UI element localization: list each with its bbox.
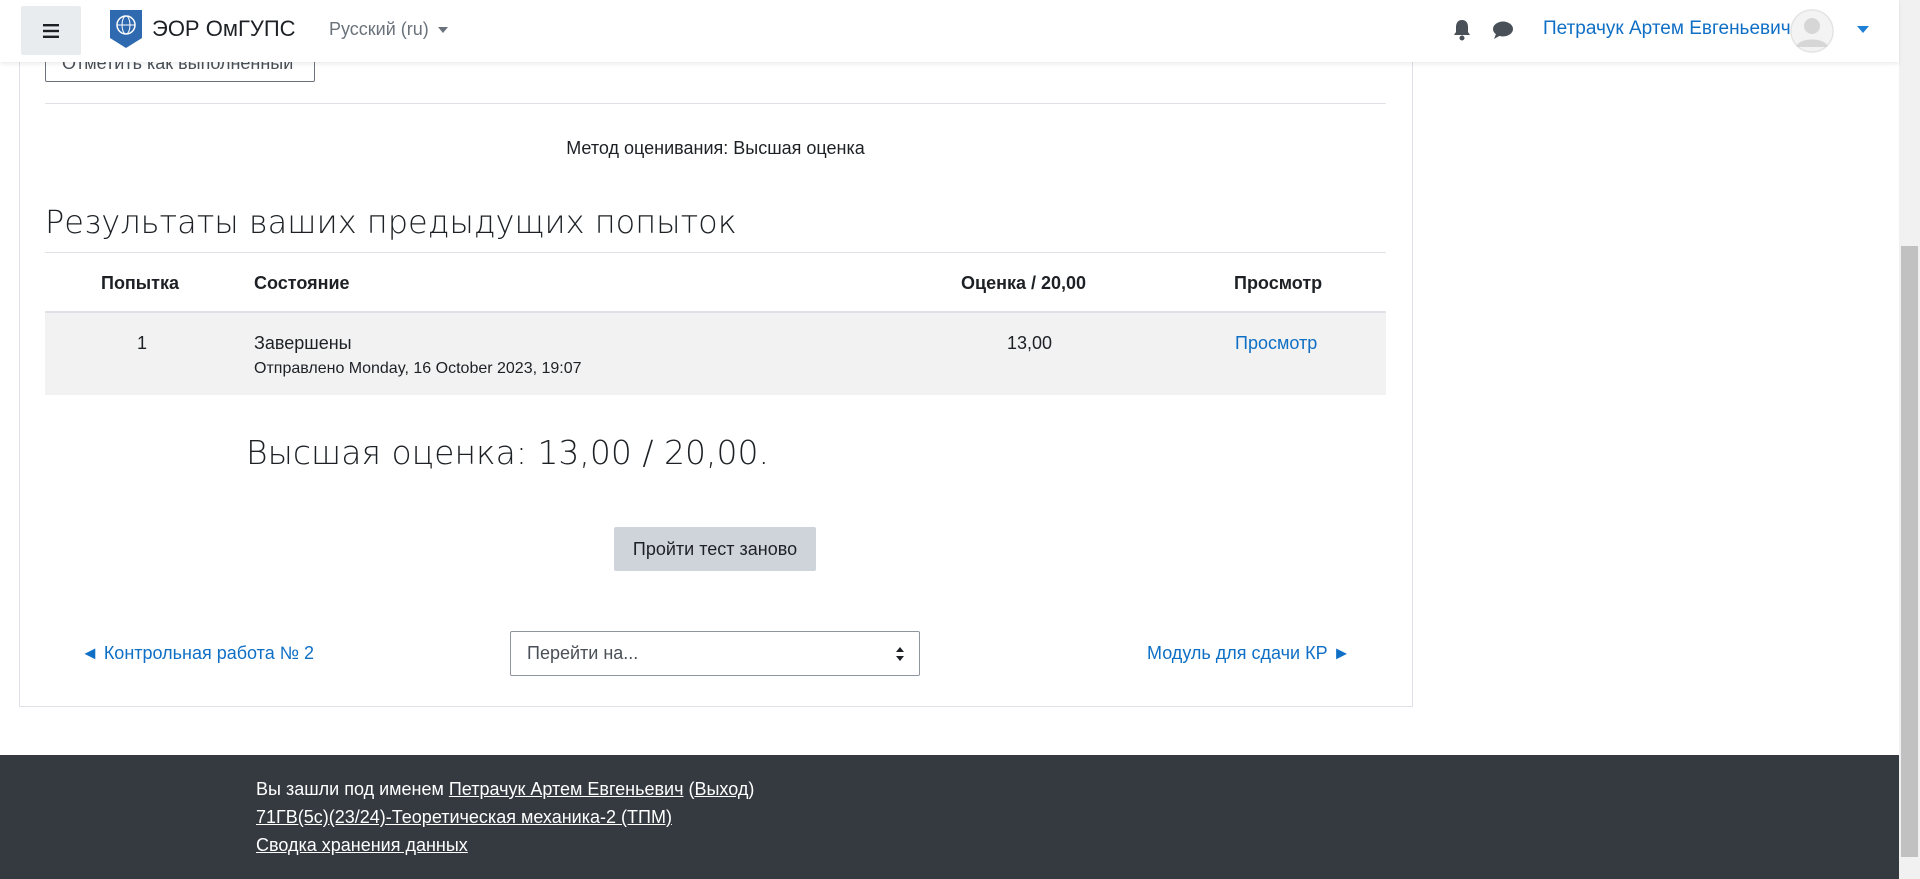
logout-link[interactable]: Выход: [694, 779, 748, 799]
divider: [45, 103, 1386, 104]
user-menu-caret-icon[interactable]: [1857, 26, 1869, 33]
previous-activity-link[interactable]: ◄ Контрольная работа № 2: [81, 643, 314, 664]
jump-to-placeholder: Перейти на...: [527, 643, 639, 663]
attempt-grade: 13,00: [1007, 333, 1053, 353]
retake-quiz-button[interactable]: Пройти тест заново: [614, 527, 816, 571]
site-name: ЭОР ОмГУПС: [152, 16, 296, 41]
chevron-down-icon: [437, 26, 448, 33]
menu-icon: [43, 23, 59, 38]
select-arrows-icon: [896, 647, 904, 661]
site-logo-icon: [110, 10, 142, 48]
course-link[interactable]: 71ГВ(5с)(23/24)-Теоретическая механика-2…: [256, 807, 672, 827]
attempt-state: Завершены: [254, 333, 352, 353]
data-retention-line: Сводка хранения данных: [256, 835, 468, 856]
column-header-grade: Оценка / 20,00: [961, 273, 1087, 293]
language-label: Русский (ru): [329, 19, 429, 39]
chat-icon[interactable]: [1492, 21, 1514, 40]
attempt-submitted: Отправлено Monday, 16 October 2023, 19:0…: [254, 360, 582, 377]
scrollbar-thumb[interactable]: [1901, 246, 1918, 857]
jump-to-select[interactable]: Перейти на...: [510, 631, 920, 676]
top-navbar: ЭОР ОмГУПС Русский (ru) Петрачук Артем Е…: [0, 0, 1899, 62]
column-header-state: Состояние: [254, 273, 350, 293]
close-paren: ): [748, 779, 755, 799]
bell-icon[interactable]: [1452, 19, 1472, 41]
avatar-icon[interactable]: [1790, 9, 1834, 53]
data-retention-link[interactable]: Сводка хранения данных: [256, 835, 468, 855]
attempt-number: 1: [137, 333, 148, 353]
course-line: 71ГВ(5с)(23/24)-Теоретическая механика-2…: [256, 807, 672, 828]
login-info: Вы зашли под именем Петрачук Артем Евген…: [256, 779, 754, 800]
next-activity-link[interactable]: Модуль для сдачи КР ►: [1147, 643, 1350, 664]
review-link[interactable]: Просмотр: [1235, 333, 1317, 354]
scrollbar[interactable]: [1899, 0, 1920, 879]
attempts-table-header: Попытка Состояние Оценка / 20,00 Просмот…: [45, 253, 1386, 313]
menu-toggle-button[interactable]: [21, 6, 81, 55]
language-menu[interactable]: Русский (ru): [329, 19, 448, 40]
grading-method: Метод оценивания: Высшая оценка: [566, 138, 865, 158]
highest-grade: Высшая оценка: 13,00 / 20,00.: [246, 433, 769, 472]
page-footer: Вы зашли под именем Петрачук Артем Евген…: [0, 755, 1899, 879]
table-row: 1 Завершены Отправлено Monday, 16 Octobe…: [45, 313, 1386, 395]
column-header-attempt: Попытка: [101, 273, 180, 293]
attempts-heading: Результаты ваших предыдущих попыток: [45, 203, 737, 241]
user-menu-name[interactable]: Петрачук Артем Евгеньевич: [1543, 18, 1791, 40]
column-header-review: Просмотр: [1234, 273, 1323, 293]
site-brand-link[interactable]: ЭОР ОмГУПС: [108, 8, 296, 50]
logged-in-prefix: Вы зашли под именем: [256, 779, 444, 799]
footer-user-link[interactable]: Петрачук Артем Евгеньевич: [449, 779, 684, 799]
